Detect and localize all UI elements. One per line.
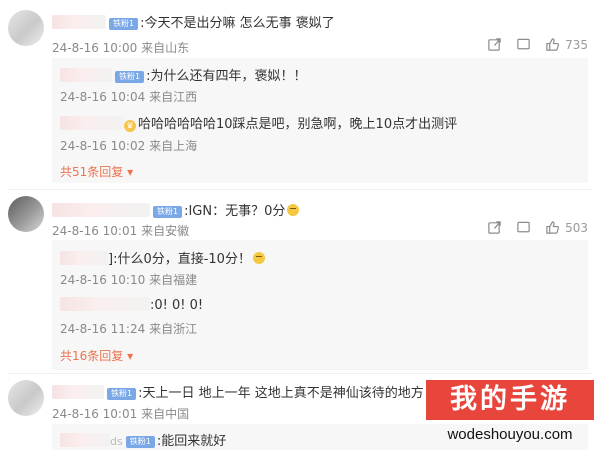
timestamp: 24-8-16 10:01 [52,407,138,421]
share-icon[interactable] [487,220,502,235]
avatar[interactable] [8,196,44,232]
location: 来自山东 [141,41,190,55]
chevron-down-icon: ▾ [123,349,134,363]
more-replies-link[interactable]: 共16条回复 ▾ [60,347,133,364]
timestamp: 24-8-16 10:10 [60,273,146,287]
location: 来自安徽 [141,224,190,238]
fan-badge[interactable]: 铁粉1 [125,436,155,448]
like-button[interactable]: 503 [545,220,588,235]
blurred-username[interactable] [60,297,150,311]
emoji-icon [252,252,265,264]
comment-actions: 503 [487,220,588,235]
like-count: 735 [565,37,588,52]
like-count: 503 [565,220,588,235]
comment-meta: 24-8-16 10:00 来自山东 [52,39,189,56]
watermark-title: 我的手游 [426,380,594,420]
comment-icon[interactable] [516,220,531,235]
divider [8,189,592,190]
comment-meta: 24-8-16 10:01 来自中国 [52,405,189,422]
blurred-username[interactable] [60,251,108,265]
blurred-username[interactable] [52,203,150,217]
timestamp: 24-8-16 10:04 [60,90,146,104]
blurred-username[interactable] [60,68,112,82]
emoji-icon [287,204,300,216]
timestamp: 24-8-16 10:01 [52,224,138,238]
comment-text: 铁粉1:今天不是出分嘛 怎么无事 褒姒了 [52,12,335,31]
comment-text: 铁粉1:IGN：无事？0分 [52,200,300,219]
timestamp: 24-8-16 11:24 [60,322,146,336]
reply-text: ]:什么0分，直接-10分！ [60,248,265,267]
watermark-url: wodeshouyou.com [447,426,573,443]
timestamp: 24-8-16 10:02 [60,139,146,153]
fan-badge[interactable]: 铁粉1 [109,18,139,30]
comment-icon[interactable] [516,37,531,52]
reply-meta: 24-8-16 10:02 来自上海 [60,137,197,154]
timestamp: 24-8-16 10:00 [52,41,138,55]
thumb-up-icon [546,221,560,234]
divider [8,373,592,374]
more-replies-link[interactable]: 共51条回复 ▾ [60,163,133,180]
fan-badge[interactable]: 铁粉1 [107,388,137,400]
fan-badge[interactable]: 铁粉1 [115,71,145,83]
watermark-logo: 我的手游 wodeshouyou.com [426,380,594,446]
reply-text: ♛ 哈哈哈哈哈哈10踩点是吧，别急啊，晚上10点才出测评 [60,113,457,132]
blurred-username[interactable] [60,433,110,447]
reply-meta: 24-8-16 10:04 来自江西 [60,88,197,105]
share-icon[interactable] [487,37,502,52]
reply-text: ds 铁粉1:能回来就好 [60,430,226,449]
blurred-username[interactable] [52,15,106,29]
location: 来自浙江 [149,322,198,336]
comment-meta: 24-8-16 10:01 来自安徽 [52,222,189,239]
username-tail: ds [110,435,123,448]
thumb-up-icon [546,38,560,51]
location: 来自江西 [149,90,198,104]
location: 来自中国 [141,407,190,421]
blurred-username[interactable] [60,116,124,130]
reply-text: 铁粉1:为什么还有四年，褒姒！！ [60,65,306,84]
reply-meta: 24-8-16 10:10 来自福建 [60,271,197,288]
blurred-username[interactable] [52,385,104,399]
location: 来自福建 [149,273,198,287]
comment-text: 铁粉1:天上一日 地上一年 这地上真不是神仙该待的地方 [52,382,424,401]
like-button[interactable]: 735 [545,37,588,52]
reply-meta: 24-8-16 11:24 来自浙江 [60,320,197,337]
avatar[interactable] [8,380,44,416]
chevron-down-icon: ▾ [123,165,134,179]
reply-text: :0! 0! 0! [60,297,203,313]
avatar[interactable] [8,10,44,46]
crown-icon: ♛ [124,120,136,132]
comment-actions: 735 [487,37,588,52]
fan-badge[interactable]: 铁粉1 [153,206,183,218]
location: 来自上海 [149,139,198,153]
